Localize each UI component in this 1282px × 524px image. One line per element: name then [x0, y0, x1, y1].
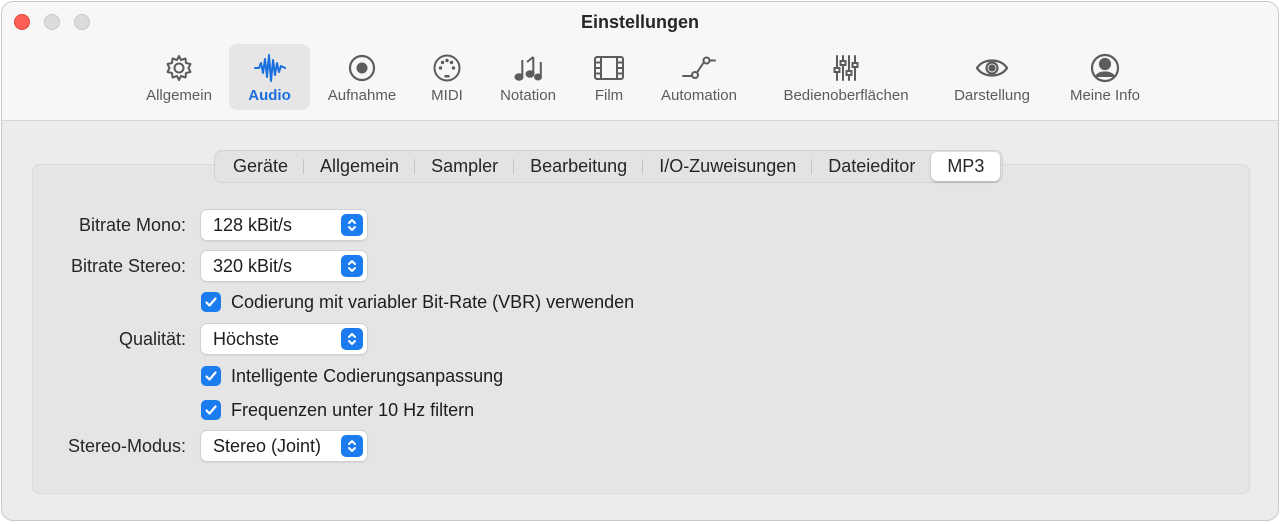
- toolbar-label: Automation: [661, 87, 737, 104]
- music-notes-icon: [510, 50, 546, 86]
- toolbar-item-allgemein[interactable]: Allgemein: [139, 44, 219, 110]
- toolbar-label: Bedienoberflächen: [783, 87, 909, 104]
- toolbar-label: Audio: [248, 87, 291, 104]
- tab-io-zuweisungen[interactable]: I/O-Zuweisungen: [643, 152, 813, 181]
- quality-popup[interactable]: Höchste: [201, 324, 367, 354]
- toolbar-item-midi[interactable]: MIDI: [422, 44, 472, 110]
- window-title: Einstellungen: [580, 12, 699, 32]
- sliders-icon: [828, 50, 864, 86]
- gear-icon: [161, 50, 197, 86]
- bitrate-stereo-label: Bitrate Stereo:: [70, 256, 186, 276]
- bitrate-mono-popup[interactable]: 128 kBit/s: [201, 210, 367, 240]
- popup-chevrons-icon: [341, 435, 363, 457]
- toolbar-label: Darstellung: [954, 87, 1030, 104]
- checkmark-icon: [205, 297, 217, 307]
- toolbar-label: Allgemein: [146, 87, 212, 104]
- popup-chevrons-icon: [341, 255, 363, 277]
- stereo-mode-value: Stereo (Joint): [213, 436, 322, 456]
- popup-chevrons-icon: [341, 214, 363, 236]
- tab-sampler[interactable]: Sampler: [415, 152, 515, 181]
- toolbar-item-audio[interactable]: Audio: [229, 44, 310, 110]
- toolbar-item-bedienoberflaechen[interactable]: Bedienoberflächen: [770, 44, 922, 110]
- stereo-mode-popup[interactable]: Stereo (Joint): [201, 431, 367, 461]
- smart-encoding-checkbox[interactable]: [201, 366, 221, 386]
- toolbar-label: MIDI: [431, 87, 463, 104]
- filter-checkbox-row[interactable]: Frequenzen unter 10 Hz filtern: [201, 398, 474, 422]
- tab-mp3[interactable]: MP3: [931, 152, 1001, 181]
- film-icon: [591, 50, 627, 86]
- checkmark-icon: [205, 405, 217, 415]
- toolbar-label: Notation: [500, 87, 556, 104]
- toolbar-label: Meine Info: [1069, 87, 1141, 104]
- toolbar-item-automation[interactable]: Automation: [652, 44, 746, 110]
- toolbar-label: Aufnahme: [327, 87, 397, 104]
- tab-dateieditor[interactable]: Dateieditor: [812, 152, 931, 181]
- tab-bearbeitung[interactable]: Bearbeitung: [514, 152, 644, 181]
- vbr-label: Codierung mit variabler Bit-Rate (VBR) v…: [231, 291, 635, 312]
- checkmark-icon: [205, 371, 217, 381]
- toolbar-item-darstellung[interactable]: Darstellung: [944, 44, 1040, 110]
- record-icon: [344, 50, 380, 86]
- tab-allgemein[interactable]: Allgemein: [304, 152, 416, 181]
- vbr-checkbox-row[interactable]: Codierung mit variabler Bit-Rate (VBR) v…: [201, 290, 634, 314]
- midi-port-icon: [429, 50, 465, 86]
- bitrate-stereo-value: 320 kBit/s: [213, 256, 293, 276]
- smart-encoding-checkbox-row[interactable]: Intelligente Codierungsanpassung: [201, 364, 503, 388]
- preferences-toolbar: Einstellungen Allgemein Audio Aufnahme M…: [2, 2, 1278, 121]
- toolbar-item-meine-info[interactable]: Meine Info: [1060, 44, 1150, 110]
- stereo-mode-label: Stereo-Modus:: [67, 436, 186, 456]
- waveform-icon: [252, 50, 288, 86]
- tab-geraete[interactable]: Geräte: [217, 152, 305, 181]
- bitrate-mono-value: 128 kBit/s: [213, 215, 293, 235]
- person-icon: [1087, 50, 1123, 86]
- bitrate-mono-label: Bitrate Mono:: [78, 215, 186, 235]
- eye-icon: [974, 50, 1010, 86]
- filter-label: Frequenzen unter 10 Hz filtern: [231, 399, 475, 420]
- toolbar-label: Film: [594, 87, 624, 104]
- automation-curve-icon: [681, 50, 717, 86]
- smart-encoding-label: Intelligente Codierungsanpassung: [231, 365, 504, 386]
- vbr-checkbox[interactable]: [201, 292, 221, 312]
- bitrate-stereo-popup[interactable]: 320 kBit/s: [201, 251, 367, 281]
- popup-chevrons-icon: [341, 328, 363, 350]
- filter-checkbox[interactable]: [201, 400, 221, 420]
- toolbar-item-film[interactable]: Film: [584, 44, 634, 110]
- settings-tab-bar: Geräte Allgemein Sampler Bearbeitung I/O…: [214, 150, 1004, 183]
- quality-label: Qualität:: [118, 329, 186, 349]
- toolbar-item-aufnahme[interactable]: Aufnahme: [320, 44, 404, 110]
- toolbar-item-notation[interactable]: Notation: [492, 44, 564, 110]
- quality-value: Höchste: [213, 329, 280, 349]
- preferences-window: Einstellungen Allgemein Audio Aufnahme M…: [1, 1, 1279, 521]
